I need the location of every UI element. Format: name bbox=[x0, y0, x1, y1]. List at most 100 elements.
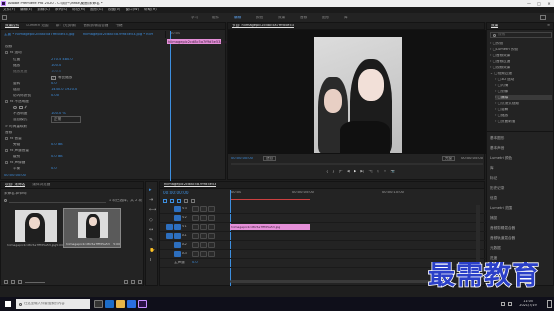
panel-audio-track-mixer[interactable]: 音频轨道混合器 bbox=[490, 236, 515, 241]
workspace-learning[interactable]: 学习 bbox=[191, 16, 198, 20]
mark-out-button[interactable]: } bbox=[332, 170, 334, 174]
sequence-clip-label[interactable]: hiimagepic2cd8c5a7fffd5e53.jpg * hiimage… bbox=[83, 33, 153, 37]
track-target-toggle[interactable] bbox=[174, 242, 181, 248]
panel-audio-clip-mixer[interactable]: 音频剪辑混合器 bbox=[490, 226, 515, 231]
premiere-taskbar-icon[interactable] bbox=[138, 300, 147, 308]
export-frame-button[interactable]: 📷 bbox=[390, 170, 394, 174]
workspace-editing[interactable]: 编辑 bbox=[234, 16, 241, 20]
hand-tool-icon[interactable]: ✋ bbox=[149, 248, 155, 253]
bypass-value[interactable]: 0.0 dB bbox=[51, 143, 63, 147]
tree-item-wipe-selected[interactable]: › ▢ 擦除 bbox=[495, 95, 552, 100]
panel-essential-sound[interactable]: 基本声音 bbox=[490, 146, 504, 151]
workspace-effects[interactable]: 效果 bbox=[278, 16, 285, 20]
tab-audio-clip-mixer[interactable]: 音频剪辑混合器 bbox=[83, 24, 108, 28]
quick-export-icon[interactable] bbox=[540, 15, 546, 20]
effects-search-field[interactable]: 搜索 bbox=[490, 32, 552, 38]
work-area-bar[interactable] bbox=[230, 199, 310, 200]
menu-clip[interactable]: 剪辑(C) bbox=[37, 8, 50, 12]
tree-item-immersive[interactable]: › ▢ 沉浸式视频 bbox=[495, 101, 519, 106]
anchor-value[interactable]: 1440.0 1920.0 bbox=[51, 88, 77, 92]
project-item-thumbnail-image[interactable] bbox=[15, 210, 57, 242]
scale-width-value[interactable]: 100.0 bbox=[51, 70, 61, 74]
maximize-button[interactable]: □ bbox=[534, 1, 544, 6]
pen-tool-icon[interactable]: ✎ bbox=[149, 238, 153, 243]
menu-view[interactable]: 视图(V) bbox=[108, 8, 120, 12]
position-value[interactable]: 270.5 480.0 bbox=[51, 58, 73, 62]
go-to-in-button[interactable]: |← bbox=[339, 170, 343, 174]
track-target-toggle[interactable] bbox=[174, 233, 181, 239]
selection-tool-icon[interactable]: ▸ bbox=[149, 188, 152, 193]
menu-sequence[interactable]: 序列(S) bbox=[55, 8, 67, 12]
solo-button[interactable] bbox=[208, 251, 215, 257]
insert-sequence-icon[interactable] bbox=[163, 199, 167, 203]
lift-button[interactable]: ⎘ bbox=[377, 170, 380, 174]
task-view-icon[interactable] bbox=[94, 300, 103, 308]
add-marker-icon[interactable] bbox=[184, 199, 188, 203]
workspace-color[interactable]: 颜色 bbox=[256, 16, 263, 20]
menu-window[interactable]: 窗口(W) bbox=[125, 8, 139, 12]
workspace-libraries[interactable]: 库 bbox=[344, 16, 348, 20]
tree-item-dissolve[interactable]: › ▢ 溶解 bbox=[495, 107, 508, 112]
menu-edit[interactable]: 编辑(E) bbox=[20, 8, 32, 12]
mark-in-button[interactable]: { bbox=[326, 170, 328, 174]
network-icon[interactable] bbox=[501, 302, 505, 306]
tab-sequence[interactable]: hiimagepic2cd8c5a7fffd5e53 bbox=[164, 183, 217, 188]
menu-markers[interactable]: 标记(M) bbox=[72, 8, 85, 12]
volume-section[interactable]: fx 音量 bbox=[5, 136, 22, 141]
eye-icon[interactable] bbox=[208, 206, 215, 212]
timeline-horizontal-scrollbar[interactable] bbox=[230, 280, 430, 283]
mini-playhead[interactable] bbox=[170, 31, 171, 188]
tab-effect-controls[interactable]: 效果控件 bbox=[5, 24, 20, 29]
windows-start-icon[interactable] bbox=[3, 299, 13, 309]
effects-search-input[interactable]: 搜索 bbox=[498, 33, 505, 37]
toggle-effect-icon[interactable] bbox=[5, 161, 8, 164]
timeline-clip[interactable]: hiimagepic2cd8c5a7fffd5e53.jpg bbox=[230, 224, 310, 230]
master-volume-value[interactable]: 0.0 bbox=[192, 261, 198, 265]
trash-icon[interactable] bbox=[138, 280, 142, 284]
zoom-slider[interactable] bbox=[25, 281, 45, 283]
mute-button[interactable] bbox=[200, 242, 207, 248]
new-item-icon[interactable] bbox=[131, 280, 135, 284]
linked-selection-icon[interactable] bbox=[177, 199, 181, 203]
eye-icon[interactable] bbox=[208, 224, 215, 230]
mute-button[interactable] bbox=[200, 251, 207, 257]
lock-track-icon[interactable] bbox=[192, 242, 199, 248]
home-icon[interactable] bbox=[2, 15, 7, 20]
source-patch-v1[interactable] bbox=[166, 224, 173, 230]
ripple-edit-tool-icon[interactable]: ⟷ bbox=[149, 208, 156, 213]
go-to-out-button[interactable]: →| bbox=[368, 170, 372, 174]
panel-info[interactable]: 信息 bbox=[490, 196, 497, 201]
tree-item-video-transitions[interactable]: ⌄ ▢ 视频过渡 bbox=[490, 71, 512, 76]
taskbar-search-input[interactable]: 在这里输入你要搜索的内容 bbox=[24, 302, 65, 305]
file-explorer-icon[interactable] bbox=[116, 300, 125, 308]
mute-button[interactable] bbox=[200, 233, 207, 239]
toggle-effect-icon[interactable] bbox=[5, 51, 8, 54]
extract-button[interactable]: ⇪ bbox=[383, 170, 386, 174]
lock-track-icon[interactable] bbox=[192, 224, 199, 230]
panel-progress[interactable]: 进度 bbox=[490, 256, 497, 261]
close-button[interactable]: ✕ bbox=[544, 1, 554, 6]
sync-lock-icon[interactable] bbox=[200, 215, 207, 221]
tree-item-video-effects[interactable]: › ▢ 视频效果 bbox=[490, 65, 510, 70]
track-target-toggle[interactable] bbox=[174, 206, 181, 212]
lock-track-icon[interactable] bbox=[192, 251, 199, 257]
tree-item-presets[interactable]: › ▢ 预设 bbox=[490, 41, 503, 46]
panel-markers[interactable]: 标记 bbox=[490, 176, 497, 181]
project-search-input[interactable] bbox=[9, 199, 106, 203]
workspace-assembly[interactable]: 组件 bbox=[212, 16, 219, 20]
panel-metadata[interactable]: 元数据 bbox=[490, 246, 501, 251]
rectangle-mask-icon[interactable] bbox=[19, 106, 23, 109]
tab-project[interactable]: 项目: 未命名 bbox=[5, 183, 26, 188]
quality-select[interactable]: 完整 bbox=[441, 155, 456, 162]
opacity-section[interactable]: fx 不透明度 bbox=[5, 99, 29, 104]
qq-icon[interactable] bbox=[127, 300, 136, 308]
panel-history[interactable]: 历史记录 bbox=[490, 186, 504, 191]
tab-program[interactable]: 节目: hiimagepic2cd8c5a7fffd5e53 bbox=[232, 24, 294, 29]
anti-flicker-value[interactable]: 0.00 bbox=[51, 94, 59, 98]
tree-item-lumetri-presets[interactable]: › ▢ Lumetri 预设 bbox=[490, 47, 518, 52]
taskbar-search-box[interactable]: 在这里输入你要搜索的内容 bbox=[16, 299, 90, 309]
tab-lumetri-scopes[interactable]: Lumetri 范围 bbox=[26, 24, 48, 28]
lock-icon[interactable] bbox=[4, 280, 8, 284]
tab-bookmarks[interactable]: 书籍 bbox=[115, 24, 122, 28]
lock-track-icon[interactable] bbox=[192, 233, 199, 239]
